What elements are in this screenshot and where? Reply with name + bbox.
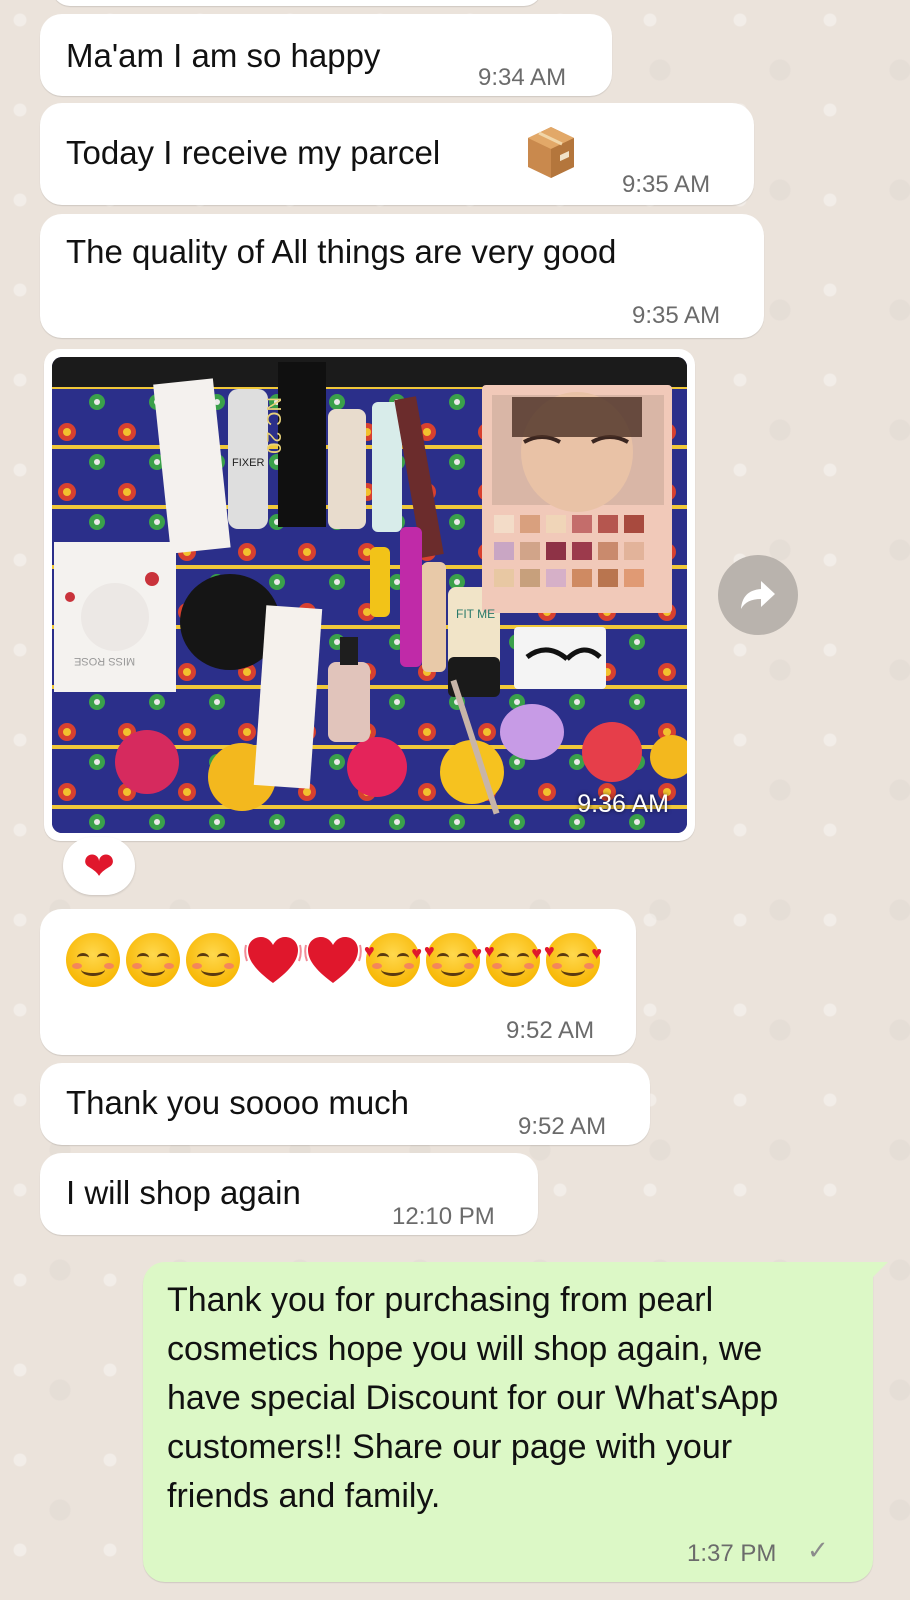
parcel-emoji [526, 125, 576, 179]
message-text: Today I receive my parcel [66, 134, 441, 171]
smiling-face-emoji [64, 931, 122, 989]
message-text: The quality of All things are very good [66, 233, 617, 270]
message-text: Thank you soooo much [66, 1084, 410, 1121]
heart-reaction-icon: ❤ [83, 845, 115, 888]
fit-me-label: FIT ME [456, 607, 496, 621]
message-bubble[interactable]: Ma'am I am so happy 9:34 AM [40, 14, 612, 96]
smiling-face-emoji [124, 931, 182, 989]
message-bubble[interactable]: The quality of All things are very good … [40, 214, 764, 338]
smiling-face-with-hearts-emoji: ♥ ♥ [544, 931, 602, 989]
smiling-face-emoji [184, 931, 242, 989]
image-time: 9:36 AM [577, 790, 669, 818]
smiling-face-with-hearts-emoji: ♥ ♥ [424, 931, 482, 989]
message-text: Ma'am I am so happy [66, 37, 381, 74]
message-time: 9:35 AM [632, 302, 721, 329]
smiling-face-with-hearts-emoji: ♥ ♥ [364, 931, 422, 989]
heart-reaction[interactable]: ❤ [63, 837, 135, 895]
cosmetics-photo[interactable]: NC 20 FIXER FIT ME MISS ROSE 9:36 AM [52, 357, 687, 833]
emoji-row: ♥ ♥ ♥ ♥ ♥ ♥ ♥ ♥ [64, 931, 602, 989]
message-text: I will shop again [66, 1174, 301, 1211]
forward-icon [741, 581, 775, 609]
outgoing-message-text: Thank you for purchasing from pearl cosm… [167, 1281, 779, 1515]
emoji-message-bubble[interactable]: ♥ ♥ ♥ ♥ ♥ ♥ ♥ ♥ 9:52 AM [40, 909, 636, 1055]
beating-heart-emoji [304, 931, 362, 989]
miss-rose-label: MISS ROSE [74, 655, 136, 667]
message-time: 9:52 AM [518, 1113, 607, 1140]
forward-button[interactable] [718, 555, 798, 635]
beating-heart-emoji [244, 931, 302, 989]
foundation-box-label: NC 20 [262, 397, 284, 454]
smiling-face-with-hearts-emoji: ♥ ♥ [484, 931, 542, 989]
single-check-icon: ✓ [807, 1535, 829, 1565]
message-time: 12:10 PM [392, 1203, 495, 1230]
outgoing-message-time: 1:37 PM [687, 1540, 777, 1567]
outgoing-message-bubble[interactable]: Thank you for purchasing from pearl cosm… [143, 1262, 873, 1582]
message-bubble[interactable]: Today I receive my parcel 9:35 AM [40, 103, 754, 205]
message-time: 9:52 AM [506, 1017, 595, 1044]
message-bubble[interactable]: I will shop again 12:10 PM [40, 1153, 538, 1235]
message-time: 9:35 AM [622, 171, 711, 198]
outgoing-bubble-tail [866, 1262, 888, 1284]
message-time: 9:34 AM [478, 64, 567, 91]
fixer-label: FIXER [232, 457, 265, 469]
message-bubble[interactable]: Thank you soooo much 9:52 AM [40, 1063, 650, 1145]
previous-message-bubble[interactable] [52, 0, 542, 6]
